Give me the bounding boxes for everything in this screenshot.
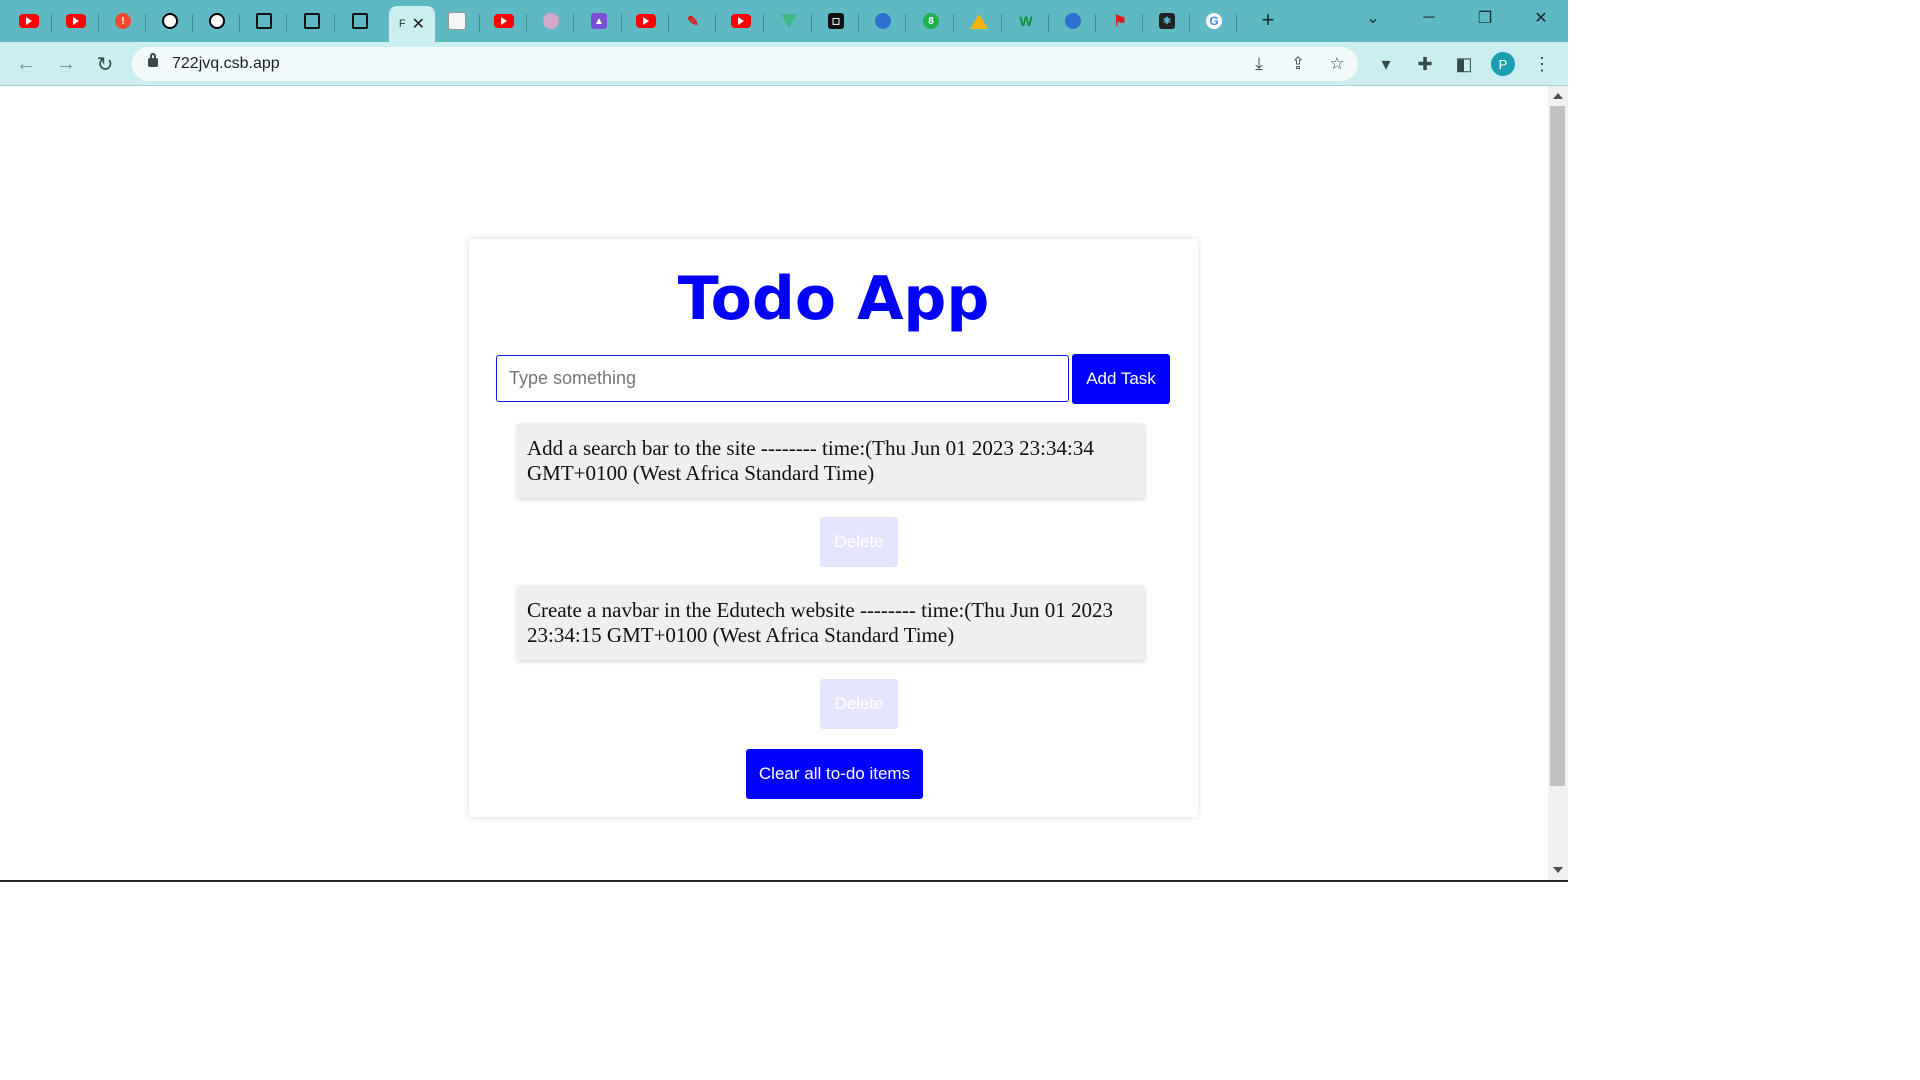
rocket-icon: ▲ xyxy=(591,13,607,29)
reload-button[interactable]: ↻ xyxy=(91,50,119,78)
browser-tab[interactable]: ▲ xyxy=(576,6,622,36)
browser-tab-strip: ! F ✕ ▲ ✎ ◻ 8 W ⚑ ⚛ G + ⌄ ─ ❐ ✕ xyxy=(0,0,1568,42)
todo-item: Create a navbar in the Edutech website -… xyxy=(517,585,1145,660)
react-icon: ⚛ xyxy=(1159,13,1175,29)
browser-tab[interactable] xyxy=(147,6,193,36)
scroll-up-arrow-icon[interactable] xyxy=(1553,93,1563,99)
url-text[interactable]: 722jvq.csb.app xyxy=(172,55,280,73)
browser-tab[interactable] xyxy=(53,6,99,36)
black-square-icon: ◻ xyxy=(828,13,844,29)
browser-tab[interactable] xyxy=(718,6,764,36)
browser-toolbar: ← → ↻ 722jvq.csb.app ⤓ ⇪ ☆ ▾ ✚ ◧ P ⋮ xyxy=(0,42,1568,86)
task-input[interactable] xyxy=(496,355,1069,402)
browser-tab[interactable] xyxy=(860,6,906,36)
google-icon: G xyxy=(1206,13,1222,29)
browser-tab-active[interactable]: F ✕ xyxy=(389,6,435,42)
youtube-icon xyxy=(66,14,86,28)
close-window-button[interactable]: ✕ xyxy=(1516,0,1566,36)
restore-button[interactable]: ❐ xyxy=(1460,0,1510,36)
note-icon xyxy=(448,12,466,30)
chatgpt-icon xyxy=(543,13,559,29)
bookmark-star-icon[interactable]: ☆ xyxy=(1326,53,1348,75)
share-icon[interactable]: ⇪ xyxy=(1287,53,1309,75)
w-icon: W xyxy=(1019,13,1033,29)
browser-tab[interactable] xyxy=(337,6,383,36)
browser-tab[interactable] xyxy=(1050,6,1096,36)
browser-tab[interactable] xyxy=(6,6,52,36)
browser-tab[interactable]: ⚛ xyxy=(1144,6,1190,36)
browser-tab[interactable]: ✎ xyxy=(670,6,716,36)
page-title: Todo App xyxy=(677,264,990,334)
todo-item: Add a search bar to the site -------- ti… xyxy=(517,423,1145,498)
forward-button[interactable]: → xyxy=(52,50,80,78)
square-icon xyxy=(256,13,272,29)
todo-card: Todo App Add Task Add a search bar to th… xyxy=(469,239,1198,817)
browser-tab[interactable]: W xyxy=(1003,6,1049,36)
flag-icon: ⚑ xyxy=(1113,13,1127,30)
page-viewport: Todo App Add Task Add a search bar to th… xyxy=(0,86,1548,880)
back-arrow-icon: ← xyxy=(16,52,36,75)
whatsapp-icon: 8 xyxy=(923,13,939,29)
pen-icon: ✎ xyxy=(687,12,699,29)
plus-icon: + xyxy=(1261,7,1275,32)
new-tab-button[interactable]: + xyxy=(1256,7,1280,32)
alert-icon: ! xyxy=(115,13,131,29)
menu-kebab-icon[interactable]: ⋮ xyxy=(1530,52,1554,76)
vertical-scrollbar[interactable] xyxy=(1548,86,1568,880)
lock-icon xyxy=(148,53,158,67)
browser-tab[interactable]: 8 xyxy=(908,6,954,36)
square-icon xyxy=(304,13,320,29)
browser-tab[interactable] xyxy=(528,6,574,36)
youtube-icon xyxy=(19,14,39,28)
square-icon xyxy=(352,13,368,29)
clear-all-button[interactable]: Clear all to-do items xyxy=(746,749,923,799)
scrollbar-thumb[interactable] xyxy=(1550,106,1565,786)
install-icon[interactable]: ⤓ xyxy=(1248,53,1270,75)
close-icon: ✕ xyxy=(1534,10,1548,27)
minimize-button[interactable]: ─ xyxy=(1404,0,1454,36)
close-icon[interactable]: ✕ xyxy=(412,14,425,34)
browser-tab[interactable] xyxy=(241,6,287,36)
browser-tab[interactable] xyxy=(956,6,1002,36)
forward-arrow-icon: → xyxy=(56,52,76,75)
reload-icon: ↻ xyxy=(96,53,114,76)
codepen-icon xyxy=(209,13,225,29)
google-drive-icon xyxy=(970,13,988,29)
delete-button[interactable]: Delete xyxy=(820,517,898,567)
youtube-icon xyxy=(494,14,514,28)
vue-icon xyxy=(781,14,797,28)
youtube-icon xyxy=(731,14,751,28)
tab-search-button[interactable]: ⌄ xyxy=(1348,0,1398,36)
globe-icon xyxy=(875,13,891,29)
extensions-puzzle-icon[interactable]: ✚ xyxy=(1413,52,1437,76)
globe-icon xyxy=(1065,13,1081,29)
browser-tab[interactable] xyxy=(481,6,527,36)
browser-tab[interactable] xyxy=(434,6,480,36)
vue-devtools-icon[interactable]: ▾ xyxy=(1374,52,1398,76)
youtube-icon xyxy=(636,14,656,28)
minimize-icon: ─ xyxy=(1423,9,1435,26)
window-bottom-border xyxy=(0,880,1568,882)
delete-button[interactable]: Delete xyxy=(820,679,898,729)
back-button[interactable]: ← xyxy=(12,50,40,78)
profile-avatar[interactable]: P xyxy=(1491,52,1515,76)
browser-tab[interactable] xyxy=(194,6,240,36)
chevron-down-icon: ⌄ xyxy=(1366,10,1380,27)
add-task-button[interactable]: Add Task xyxy=(1072,354,1170,404)
browser-tab[interactable]: ◻ xyxy=(813,6,859,36)
browser-tab[interactable]: G xyxy=(1191,6,1237,36)
browser-tab[interactable]: ! xyxy=(100,6,146,36)
codepen-icon xyxy=(162,13,178,29)
restore-icon: ❐ xyxy=(1477,10,1493,27)
side-panel-icon[interactable]: ◧ xyxy=(1452,52,1476,76)
browser-tab[interactable]: ⚑ xyxy=(1097,6,1143,36)
address-bar[interactable]: 722jvq.csb.app ⤓ ⇪ ☆ xyxy=(132,47,1358,81)
browser-tab[interactable] xyxy=(289,6,335,36)
browser-tab[interactable] xyxy=(766,6,812,36)
active-tab-title: F xyxy=(398,18,406,30)
browser-tab[interactable] xyxy=(623,6,669,36)
scroll-down-arrow-icon[interactable] xyxy=(1553,867,1563,873)
